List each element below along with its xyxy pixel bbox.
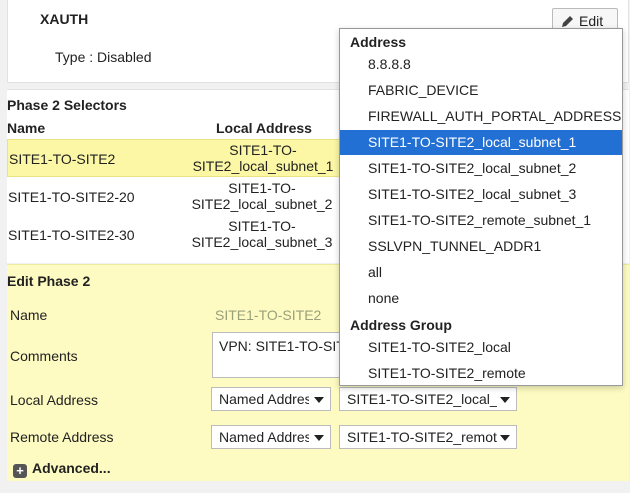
dropdown-option[interactable]: SSLVPN_TUNNEL_ADDR1 bbox=[340, 234, 622, 259]
dropdown-option[interactable]: all bbox=[340, 260, 622, 285]
row-name: SITE1-TO-SITE2 bbox=[9, 151, 116, 167]
remote-address-type-select[interactable]: Named Address bbox=[211, 425, 331, 449]
local-address-type-select[interactable]: Named Address bbox=[211, 387, 331, 411]
advanced-toggle[interactable]: + Advanced... bbox=[13, 460, 111, 478]
row-local-address: SITE1-TO- SITE2_local_subnet_3 bbox=[191, 218, 333, 250]
comments-label: Comments bbox=[10, 348, 78, 364]
plus-icon: + bbox=[13, 464, 27, 478]
table-row[interactable]: SITE1-TO-SITE2-30 SITE1-TO- SITE2_local_s… bbox=[7, 216, 347, 254]
dropdown-group-address: Address bbox=[350, 34, 407, 50]
chevron-down-icon bbox=[314, 435, 324, 441]
dropdown-option[interactable]: FABRIC_DEVICE bbox=[340, 78, 622, 103]
dropdown-option[interactable]: 8.8.8.8 bbox=[340, 52, 622, 77]
remote-address-label: Remote Address bbox=[10, 429, 114, 445]
name-value: SITE1-TO-SITE2 bbox=[215, 307, 322, 323]
dropdown-option[interactable]: SITE1-TO-SITE2_local bbox=[340, 335, 622, 360]
dropdown-option[interactable]: SITE1-TO-SITE2_local_subnet_3 bbox=[340, 182, 622, 207]
column-header-name: Name bbox=[7, 120, 46, 136]
dropdown-group-address-group: Address Group bbox=[350, 317, 452, 333]
row-name: SITE1-TO-SITE2-20 bbox=[8, 189, 135, 205]
dropdown-option[interactable]: SITE1-TO-SITE2_remote_subnet_1 bbox=[340, 208, 622, 233]
address-dropdown[interactable]: Address 8.8.8.8 FABRIC_DEVICE FIREWALL_A… bbox=[339, 28, 623, 386]
row-local-address: SITE1-TO- SITE2_local_subnet_2 bbox=[191, 180, 333, 212]
remote-address-select[interactable]: SITE1-TO-SITE2_remote_subnet_1 bbox=[339, 425, 517, 449]
local-address-select[interactable]: SITE1-TO-SITE2_local_subnet_1 bbox=[339, 387, 517, 411]
table-row[interactable]: SITE1-TO-SITE2-20 SITE1-TO- SITE2_local_s… bbox=[7, 178, 347, 216]
xauth-title: XAUTH bbox=[40, 11, 89, 27]
dropdown-option[interactable]: SITE1-TO-SITE2_local_subnet_2 bbox=[340, 156, 622, 181]
table-row[interactable]: SITE1-TO-SITE2 SITE1-TO- SITE2_local_subn… bbox=[7, 139, 347, 177]
row-local-address: SITE1-TO- SITE2_local_subnet_1 bbox=[192, 142, 334, 174]
advanced-label: Advanced... bbox=[32, 460, 111, 476]
edit-phase2-title: Edit Phase 2 bbox=[7, 273, 91, 289]
row-name: SITE1-TO-SITE2-30 bbox=[8, 227, 135, 243]
pencil-icon bbox=[562, 16, 573, 27]
chevron-down-icon bbox=[500, 435, 510, 441]
dropdown-option[interactable]: none bbox=[340, 286, 622, 311]
phase2-selectors-title: Phase 2 Selectors bbox=[7, 97, 127, 113]
edit-button-label: Edit bbox=[579, 13, 604, 29]
dropdown-option[interactable]: SITE1-TO-SITE2_remote bbox=[340, 361, 622, 386]
dropdown-option-selected[interactable]: SITE1-TO-SITE2_local_subnet_1 bbox=[340, 130, 622, 155]
local-address-label: Local Address bbox=[10, 392, 98, 408]
chevron-down-icon bbox=[314, 397, 324, 403]
xauth-type: Type : Disabled bbox=[55, 49, 152, 65]
chevron-down-icon bbox=[500, 397, 510, 403]
name-label: Name bbox=[10, 307, 48, 323]
column-header-local-address: Local Address bbox=[216, 120, 312, 136]
dropdown-option[interactable]: FIREWALL_AUTH_PORTAL_ADDRESS bbox=[340, 104, 622, 129]
comments-field[interactable]: VPN: SITE1-TO-SITE2 bbox=[212, 332, 347, 378]
